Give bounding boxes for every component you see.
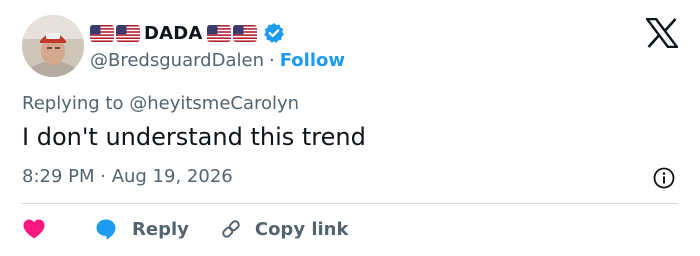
speech-bubble-icon	[94, 217, 118, 241]
replying-to-line: Replying to @heyitsmeCarolyn	[22, 93, 299, 114]
follow-button[interactable]: Follow	[280, 50, 345, 71]
tweet-text: I don't understand this trend	[22, 123, 366, 151]
us-flag-icon	[116, 24, 140, 42]
us-flag-icon	[232, 24, 257, 42]
verified-badge-icon	[263, 22, 285, 44]
author-handle[interactable]: @BredsguardDalen	[90, 50, 264, 71]
action-bar: Reply Copy link	[22, 215, 348, 243]
like-button[interactable]	[22, 218, 46, 240]
copy-link-button[interactable]: Copy link	[219, 217, 349, 241]
reply-label: Reply	[132, 218, 189, 240]
tweet-timestamp[interactable]: 8:29 PM · Aug 19, 2026	[22, 166, 233, 187]
avatar[interactable]	[22, 15, 84, 77]
separator-dot: ·	[268, 49, 275, 71]
replying-to-label: Replying to	[22, 93, 124, 114]
heart-icon	[22, 218, 46, 240]
divider	[22, 203, 678, 204]
display-name[interactable]: DADA	[144, 23, 203, 44]
author-name-row[interactable]: DADA	[90, 20, 285, 46]
reply-button[interactable]: Reply	[94, 217, 189, 241]
link-icon	[219, 217, 243, 241]
x-logo-icon[interactable]	[644, 17, 680, 49]
author-handle-row: @BredsguardDalen · Follow	[90, 48, 345, 72]
us-flag-icon	[206, 24, 231, 42]
info-icon[interactable]	[652, 166, 676, 190]
copy-link-label: Copy link	[254, 218, 349, 240]
us-flag-icon	[90, 24, 114, 42]
reply-mention-link[interactable]: @heyitsmeCarolyn	[129, 93, 299, 114]
